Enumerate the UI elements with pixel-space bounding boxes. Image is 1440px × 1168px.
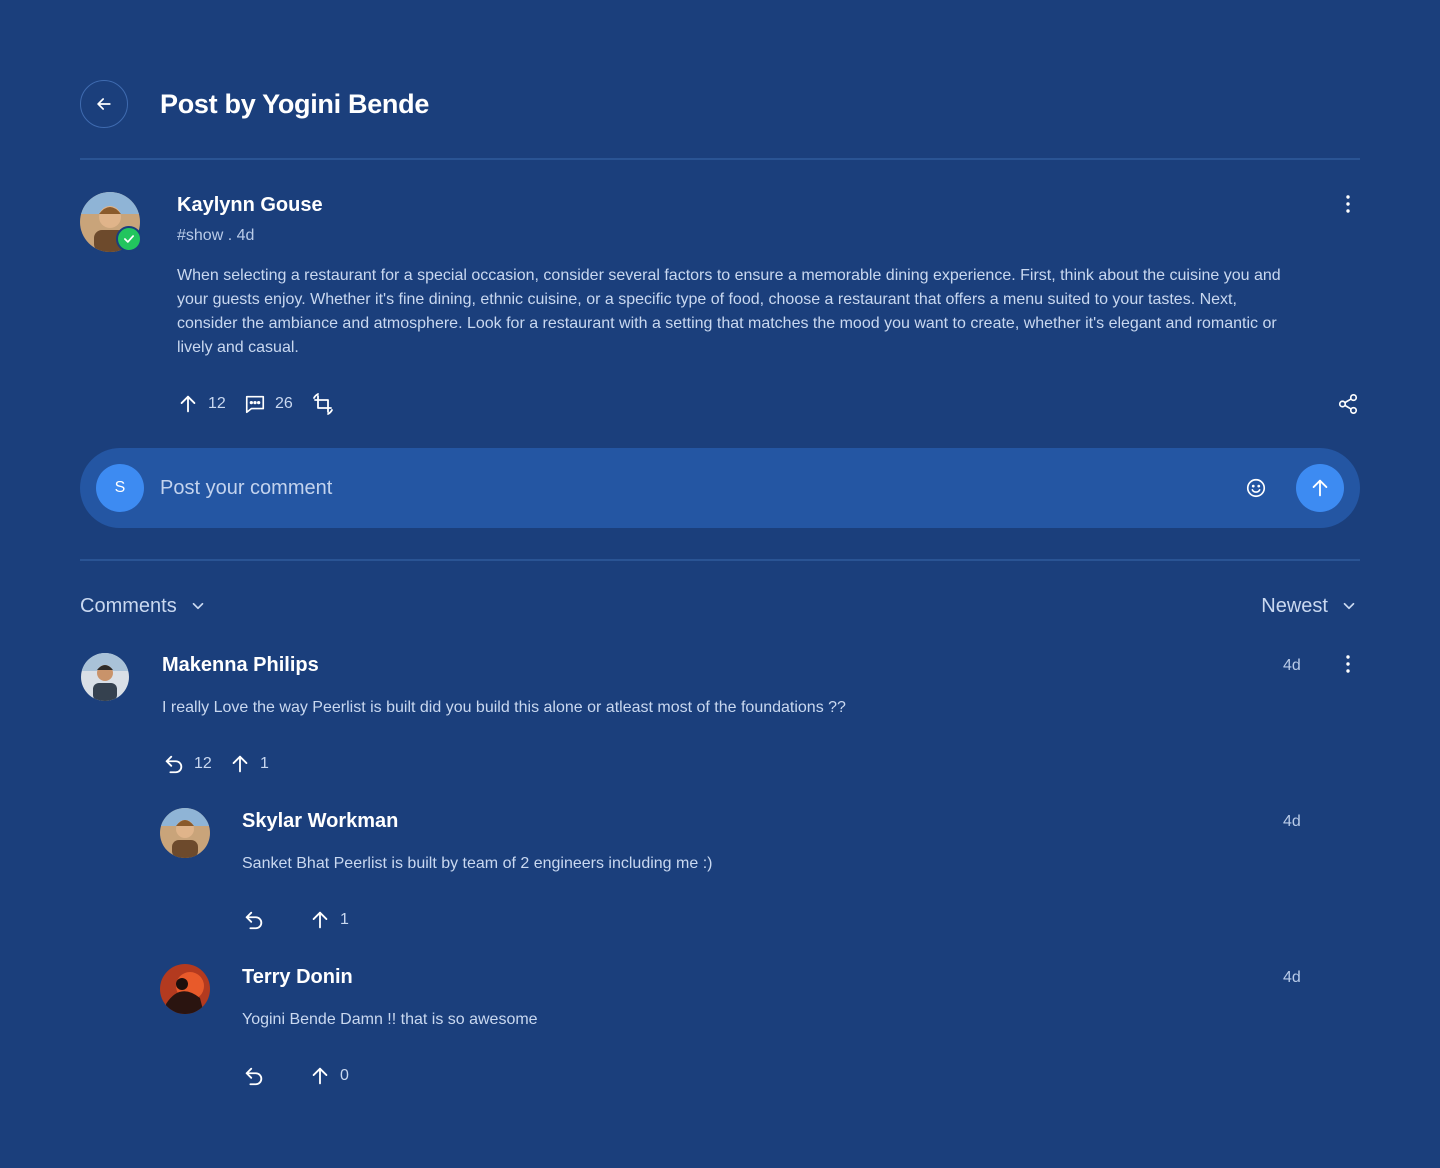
comment-author[interactable]: Skylar Workman: [242, 810, 398, 833]
page-title: Post by Yogini Bende: [160, 88, 430, 119]
comment-time: 4d: [1283, 813, 1301, 830]
chevron-down-icon: [192, 602, 204, 610]
post-upvote-count: 12: [208, 395, 226, 412]
comment-text: I really Love the way Peerlist is built …: [162, 699, 846, 716]
comments-filter-dropdown[interactable]: Comments: [80, 592, 207, 620]
post-author-name[interactable]: Kaylynn Gouse: [177, 194, 323, 217]
comment-icon: [245, 395, 265, 414]
more-vertical-icon: [1346, 195, 1350, 213]
sort-dropdown[interactable]: Newest: [1261, 592, 1358, 620]
more-vertical-icon: [1346, 655, 1350, 673]
current-user-avatar: S: [96, 464, 144, 512]
arrow-up-icon: [312, 911, 328, 929]
share-icon: [1338, 394, 1358, 414]
comment-upvote-button[interactable]: [308, 908, 332, 932]
arrow-up-icon: [312, 1067, 328, 1085]
page-header: Post by Yogini Bende: [80, 80, 1360, 128]
comment-upvote-button[interactable]: [308, 1064, 332, 1088]
header-divider: [80, 158, 1360, 160]
smiley-icon: [1246, 478, 1266, 498]
commenter-avatar[interactable]: [160, 808, 210, 858]
post-upvote-button[interactable]: [176, 392, 200, 416]
comment-author[interactable]: Terry Donin: [242, 966, 353, 989]
emoji-button[interactable]: [1244, 476, 1268, 500]
comment-upvote-count: 1: [260, 755, 269, 772]
verified-badge: [116, 226, 142, 252]
arrow-left-icon: [97, 98, 111, 110]
send-comment-button[interactable]: [1296, 464, 1344, 512]
comment-more-button[interactable]: [1336, 652, 1360, 676]
post-body: When selecting a restaurant for a specia…: [177, 267, 1281, 356]
commenter-avatar[interactable]: [160, 964, 210, 1014]
comment-text: Sanket Bhat Peerlist is built by team of…: [242, 855, 713, 872]
back-button[interactable]: [80, 80, 128, 128]
post-comment-button[interactable]: [243, 392, 267, 416]
comment-time: 4d: [1283, 657, 1301, 674]
comment-time: 4d: [1283, 969, 1301, 986]
reply-icon: [245, 911, 263, 930]
reply-icon: [245, 1067, 263, 1086]
comment-upvote-button[interactable]: [228, 752, 252, 776]
commenter-avatar[interactable]: [81, 653, 129, 701]
reply-button[interactable]: [242, 1064, 266, 1088]
check-icon: [124, 235, 134, 243]
sort-label: Newest: [1261, 594, 1328, 617]
reply-button[interactable]: [242, 908, 266, 932]
post-comment-count: 26: [275, 395, 293, 412]
repost-icon: [313, 393, 333, 415]
comment-text: Yogini Bende Damn !! that is so awesome: [242, 1011, 538, 1028]
chevron-down-icon: [1343, 602, 1355, 610]
comment-composer: S: [80, 448, 1360, 528]
reply-count: 12: [194, 755, 212, 772]
arrow-up-icon: [232, 755, 248, 773]
reply-button[interactable]: [162, 752, 186, 776]
post-page: Post by Yogini Bende Kaylynn Gouse #show…: [0, 0, 1440, 1168]
post-repost-button[interactable]: [310, 391, 336, 417]
comments-label: Comments: [80, 594, 177, 617]
comment-author[interactable]: Makenna Philips: [162, 654, 319, 677]
post-share-button[interactable]: [1335, 391, 1361, 417]
reply-icon: [165, 755, 183, 774]
comment-upvote-count: 0: [340, 1067, 349, 1084]
arrow-up-icon: [180, 395, 196, 413]
comment-upvote-count: 1: [340, 911, 349, 928]
composer-divider: [80, 559, 1360, 561]
comment-input[interactable]: [160, 468, 1220, 508]
arrow-up-icon: [1312, 479, 1328, 497]
post-meta: #show . 4d: [177, 227, 255, 244]
post-more-button[interactable]: [1336, 192, 1360, 216]
